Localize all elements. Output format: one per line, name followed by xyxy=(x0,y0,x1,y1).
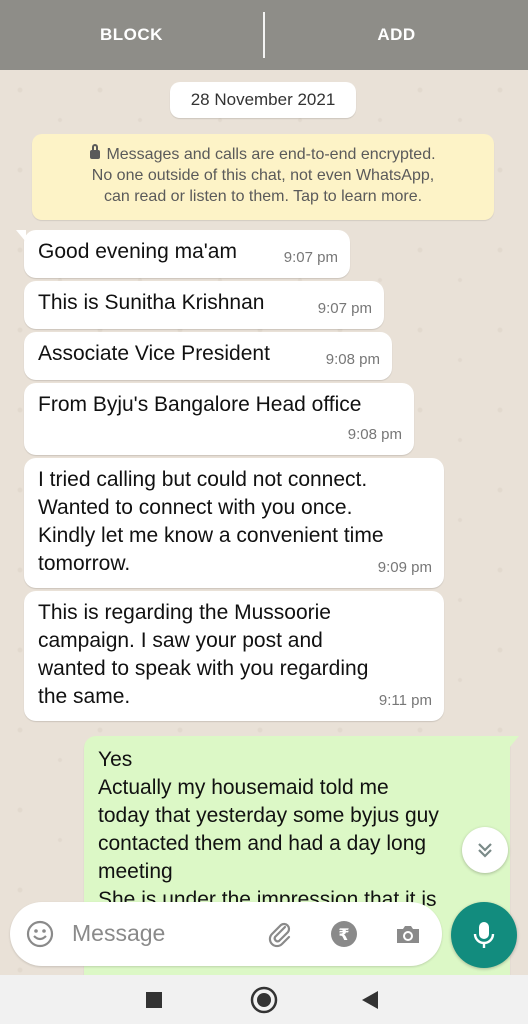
encryption-line-3: can read or listen to them. Tap to learn… xyxy=(103,188,423,205)
message-time: 9:07 pm xyxy=(283,249,338,266)
incoming-message[interactable]: I tried calling but could not connect. W… xyxy=(24,458,444,588)
mic-icon xyxy=(473,922,495,948)
chat-action-bar: BLOCK ADD xyxy=(0,0,528,70)
message-text: Good evening ma'am xyxy=(38,240,237,263)
message-line: This is regarding the Mussoorie xyxy=(38,601,331,624)
emoji-button[interactable] xyxy=(24,918,56,950)
message-time: 9:09 pm xyxy=(377,559,432,576)
message-line: tomorrow. xyxy=(38,552,131,575)
action-divider xyxy=(263,12,265,58)
message-line: meeting xyxy=(98,860,173,883)
message-line: Yes xyxy=(98,748,133,771)
nav-home-button[interactable] xyxy=(244,975,284,1024)
rupee-icon: ₹ xyxy=(331,921,357,947)
attach-icon xyxy=(268,922,291,948)
nav-back-button[interactable] xyxy=(350,975,390,1024)
svg-text:₹: ₹ xyxy=(338,925,349,944)
message-text: This is Sunitha Krishnan xyxy=(38,291,265,314)
incoming-message[interactable]: This is regarding the Mussoorie campaign… xyxy=(24,591,444,721)
message-line: today that yesterday some byjus guy xyxy=(98,804,439,827)
message-time: 9:07 pm xyxy=(317,300,372,317)
block-button[interactable]: BLOCK xyxy=(0,25,263,45)
message-text: Associate Vice President xyxy=(38,342,270,365)
message-line: Kindly let me know a convenient time xyxy=(38,524,384,547)
add-button[interactable]: ADD xyxy=(265,25,528,45)
message-line: campaign. I saw your post and xyxy=(38,629,323,652)
emoji-icon xyxy=(26,920,54,948)
message-input[interactable]: Message xyxy=(72,920,165,947)
message-line: Actually my housemaid told me xyxy=(98,776,389,799)
message-time: 9:11 pm xyxy=(378,692,432,709)
camera-icon xyxy=(397,926,419,943)
message-line: I tried calling but could not connect. xyxy=(38,468,368,491)
scroll-to-bottom-button[interactable] xyxy=(462,827,508,873)
nav-recents-button[interactable] xyxy=(134,975,174,1024)
chevron-down-icon xyxy=(478,843,492,858)
message-text: From Byju's Bangalore Head office xyxy=(38,393,362,416)
message-line: the same. xyxy=(38,685,131,708)
lock-icon xyxy=(90,144,101,159)
system-nav-bar xyxy=(0,975,528,1024)
nav-back-icon xyxy=(362,990,378,1009)
message-line: wanted to speak with you regarding xyxy=(38,657,369,680)
incoming-message[interactable]: This is Sunitha Krishnan 9:07 pm xyxy=(24,281,384,329)
message-time: 9:08 pm xyxy=(325,351,380,368)
encryption-notice[interactable]: Messages and calls are end-to-end encryp… xyxy=(32,134,494,220)
camera-button[interactable] xyxy=(392,918,424,950)
incoming-message[interactable]: From Byju's Bangalore Head office 9:08 p… xyxy=(24,383,414,455)
message-line: Wanted to connect with you once. xyxy=(38,496,353,519)
message-line: contacted them and had a day long xyxy=(98,832,427,855)
nav-home-icon xyxy=(250,986,278,1013)
chat-area[interactable]: 28 November 2021 Messages and calls are … xyxy=(0,70,528,975)
attach-button[interactable] xyxy=(264,918,296,950)
incoming-message[interactable]: Associate Vice President 9:08 pm xyxy=(24,332,392,380)
nav-recents-icon xyxy=(146,991,162,1008)
date-chip: 28 November 2021 xyxy=(170,82,356,118)
encryption-line-1: Messages and calls are end-to-end encryp… xyxy=(106,146,436,163)
message-composer[interactable]: Message ₹ xyxy=(10,902,442,966)
message-time: 9:08 pm xyxy=(347,426,402,443)
payment-button[interactable]: ₹ xyxy=(328,918,360,950)
encryption-line-2: No one outside of this chat, not even Wh… xyxy=(91,167,435,184)
incoming-message[interactable]: Good evening ma'am 9:07 pm xyxy=(16,230,350,278)
voice-record-button[interactable] xyxy=(451,902,517,968)
